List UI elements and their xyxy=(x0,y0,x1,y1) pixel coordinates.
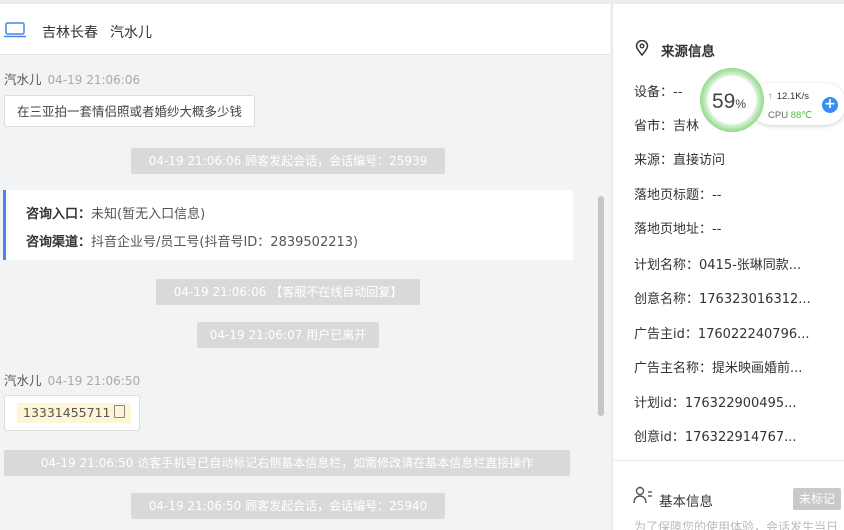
system-message: 04-19 21:06:50 访客手机号已自动标记右侧基本信息栏，如需修改请在基… xyxy=(4,450,570,476)
info-row-creative-id: 创意id：176322914767... xyxy=(634,430,797,445)
info-row-source: 来源：直接访问 xyxy=(634,153,726,168)
message-sender: 汽水儿 04-19 21:06:06 xyxy=(4,69,140,88)
chat-scrollbar[interactable] xyxy=(598,196,604,416)
panel-divider xyxy=(613,460,844,461)
info-row-province: 省市：吉林 xyxy=(634,119,700,134)
consult-channel-value: 抖音企业号/员工号(抖音号ID：2839502213) xyxy=(91,235,359,250)
cpu-label: CPU xyxy=(768,110,789,121)
message-time: 04-19 21:06:50 xyxy=(47,374,141,388)
basic-info-title: 基本信息 xyxy=(659,494,713,510)
location-pin-icon xyxy=(635,40,649,56)
info-row-plan-name: 计划名称：0415-张琳同款... xyxy=(634,258,802,273)
copy-icon[interactable] xyxy=(114,405,126,418)
message-time: 04-19 21:06:06 xyxy=(47,73,141,87)
phone-message-bubble: 13331455711 xyxy=(4,395,140,431)
consult-entry: 咨询入口：未知(暂无入口信息) xyxy=(26,203,205,222)
cpu-temperature: CPU 88℃ xyxy=(768,110,812,121)
message-sender: 汽水儿 04-19 21:06:50 xyxy=(4,370,140,389)
upload-arrow-icon: ↑ xyxy=(768,91,773,102)
cpu-temp-value: 88℃ xyxy=(790,110,812,121)
sender-name: 汽水儿 xyxy=(4,72,42,87)
phone-number-text: 13331455711 xyxy=(23,405,111,420)
memory-usage-percent: 59% xyxy=(712,90,746,114)
message-bubble: 在三亚拍一套情侣照或者婚纱大概多少钱 xyxy=(4,95,256,127)
source-info-title: 来源信息 xyxy=(661,44,715,60)
info-row-creative-name: 创意名称：176323016312... xyxy=(634,292,811,307)
info-row-device: 设备：-- xyxy=(634,85,683,100)
status-badge[interactable]: 未标记 xyxy=(793,488,842,510)
chat-panel: 吉林长春 汽水儿 汽水儿 04-19 21:06:06 在三亚拍一套情侣照或者婚纱… xyxy=(0,4,610,530)
consult-channel-label: 咨询渠道： xyxy=(26,235,92,250)
consult-channel: 咨询渠道：抖音企业号/员工号(抖音号ID：2839502213) xyxy=(26,231,358,250)
system-message: 04-19 21:06:06 【客服不在线自动回复】 xyxy=(156,279,420,305)
laptop-icon xyxy=(4,22,26,38)
customer-name: 汽水儿 xyxy=(110,25,152,41)
system-message: 04-19 21:06:06 顾客发起会话，会话编号：25939 xyxy=(131,148,445,174)
info-row-advertiser-id: 广告主id：176022240796... xyxy=(634,327,810,342)
consult-entry-value: 未知(暂无入口信息) xyxy=(91,207,206,222)
info-row-landing-title: 落地页标题：-- xyxy=(634,188,722,203)
consult-info-card: 咨询入口：未知(暂无入口信息) 咨询渠道：抖音企业号/员工号(抖音号ID：283… xyxy=(3,190,573,260)
user-list-icon xyxy=(633,486,652,504)
system-message: 04-19 21:06:07 用户已离开 xyxy=(197,322,379,348)
network-speed-value: 12.1K/s xyxy=(776,91,809,102)
info-row-advertiser-name: 广告主名称：提米映画婚前... xyxy=(634,361,803,376)
chat-header: 吉林长春 汽水儿 xyxy=(0,4,610,55)
network-speed: ↑ 12.1K/s xyxy=(768,91,809,102)
memory-percent-unit: % xyxy=(735,97,747,111)
info-row-landing-url: 落地页地址：-- xyxy=(634,222,722,237)
privacy-note: 为了保障您的使用体验，会话发生当日 xyxy=(634,520,839,530)
memory-percent-value: 59 xyxy=(712,90,736,113)
system-monitor-widget[interactable]: 59% ↑ 12.1K/s CPU 88℃ + xyxy=(700,68,844,148)
sender-name: 汽水儿 xyxy=(4,373,42,388)
customer-location: 吉林长春 xyxy=(42,25,98,41)
consult-entry-label: 咨询入口： xyxy=(26,207,92,222)
plus-icon[interactable]: + xyxy=(822,97,838,113)
phone-number[interactable]: 13331455711 xyxy=(17,403,132,423)
info-row-plan-id: 计划id：176322900495... xyxy=(634,396,797,411)
system-message: 04-19 21:06:50 顾客发起会话，会话编号：25940 xyxy=(131,493,445,519)
